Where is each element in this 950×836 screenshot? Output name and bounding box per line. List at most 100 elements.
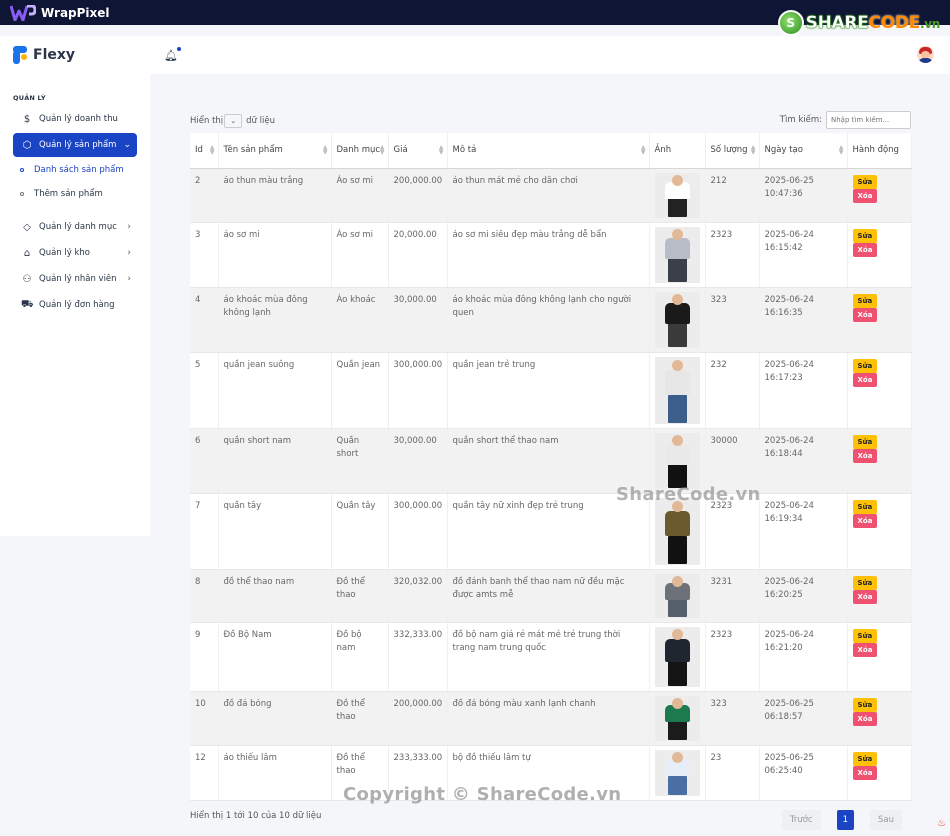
column-header[interactable]: Id ▲ ▼ [190,133,219,169]
delete-button[interactable]: Xóa [852,589,878,604]
avatar[interactable] [917,46,934,63]
delete-button[interactable]: Xóa [852,188,878,203]
cell-name: áo khoác mùa đông không lạnh [218,287,332,353]
sub-item-product-list[interactable]: Danh sách sản phẩm [20,162,124,178]
sidebar-item-staff[interactable]: ⚇ Quản lý nhân viên › [13,267,137,291]
edit-button[interactable]: Sửa [852,358,878,373]
sharecode-logo-vn: .vn [919,17,940,31]
chevron-right-icon: › [127,248,131,258]
column-header-label: Tên sản phẩm [223,145,283,156]
cell-category: Quần tây [331,493,389,570]
product-image [654,356,700,424]
column-header-label: Ngày tạo [764,145,803,156]
edit-button[interactable]: Sửa [852,751,878,766]
cell-image [649,691,706,746]
table-row: 7 quần tây Quần tây 300,000.00 quần tây nữ x… [190,493,912,570]
column-header[interactable]: Giá ▲ ▼ [388,133,448,169]
cell-image [649,622,706,692]
prev-page-button[interactable]: Trước [781,810,821,830]
column-header[interactable]: Danh mục ▲ ▼ [331,133,389,169]
cell-id: 3 [190,222,219,288]
cell-id: 5 [190,352,219,429]
flexy-logo-icon [13,46,27,64]
sidebar-item-products[interactable]: ⬡ Quản lý sản phẩm ⌄ [13,133,137,157]
sidebar-item-label: Quản lý danh mục [39,222,117,232]
product-image [654,695,700,741]
edit-button[interactable]: Sửa [852,697,878,712]
edit-button[interactable]: Sửa [852,228,878,243]
delete-button[interactable]: Xóa [852,307,878,322]
bullet-icon [20,192,24,196]
sidebar-item-warehouse[interactable]: ⌂ Quản lý kho › [13,241,137,265]
delete-button[interactable]: Xóa [852,372,878,387]
brand-name: Flexy [33,47,76,63]
delete-button[interactable]: Xóa [852,642,878,657]
product-image [654,749,700,796]
page-1-button[interactable]: 1 [836,810,854,830]
next-page-button[interactable]: Sau [870,810,902,830]
table-row: 4 áo khoác mùa đông không lạnh Áo khoác 30,… [190,287,912,353]
search-label: Tìm kiếm: [779,115,822,125]
product-image [654,432,700,489]
edit-button[interactable]: Sửa [852,575,878,590]
sidebar-item-revenue[interactable]: $ Quản lý doanh thu [13,107,137,131]
column-header[interactable]: Tên sản phẩm ▲ ▼ [218,133,332,169]
app-brand[interactable]: Flexy [13,46,75,64]
chevron-right-icon: › [127,222,131,232]
cell-desc: áo khoác mùa đông không lạnh cho người q… [447,287,650,353]
cell-actions: SửaXóa [847,352,912,429]
column-header[interactable]: Số lượng ▲ ▼ [705,133,760,169]
sort-icon: ▲ ▼ [209,144,215,156]
tag-icon: ◇ [23,221,31,233]
edit-button[interactable]: Sửa [852,293,878,308]
table-info: Hiển thị 1 tới 10 của 10 dữ liệu [190,811,322,821]
cell-desc: áo thun mát mẻ cho dân chơi [447,168,650,223]
delete-button[interactable]: Xóa [852,242,878,257]
bell-icon[interactable]: 🔔︎ [164,47,181,62]
delete-button[interactable]: Xóa [852,765,878,780]
page-length-control: Hiển thị 10⌄ dữ liệu [190,114,275,128]
edit-button[interactable]: Sửa [852,434,878,449]
page-length-select[interactable]: 10⌄ [224,114,243,128]
sidebar-item-label: Quản lý sản phẩm [39,140,117,150]
column-header[interactable]: Ảnh [649,133,706,169]
cell-actions: SửaXóa [847,168,912,223]
cell-price: 30,000.00 [388,287,448,353]
cell-date: 2025-06-25 10:47:36 [759,168,848,223]
column-header[interactable]: Hành động [847,133,912,169]
edit-button[interactable]: Sửa [852,499,878,514]
delete-button[interactable]: Xóa [852,711,878,726]
cell-image [649,168,706,223]
watermark-bottom: Copyright © ShareCode.vn [343,784,622,805]
column-header-label: Id [195,145,203,156]
sidebar-item-categories[interactable]: ◇ Quản lý danh mục › [13,215,137,239]
cell-price: 300,000.00 [388,493,448,570]
chevron-down-icon: ⌄ [123,140,131,150]
table-row: 10 đồ đá bóng Đồ thể thao 200,000.00 đồ đá b… [190,691,912,746]
table-row: 8 đồ thể thao nam Đồ thể thao 320,032.00 đồ … [190,569,912,623]
sidebar-item-orders[interactable]: ⛟ Quản lý đơn hàng [13,293,137,317]
cell-date: 2025-06-24 16:20:25 [759,569,848,623]
edit-button[interactable]: Sửa [852,174,878,189]
table-row: 9 Đồ Bộ Nam Đồ bộ nam 332,333.00 đồ bộ nam g… [190,622,912,692]
cell-id: 8 [190,569,219,623]
cell-name: quần jean suông [218,352,332,429]
cell-qty: 232 [705,352,760,429]
edit-button[interactable]: Sửa [852,628,878,643]
search-input[interactable] [826,111,911,129]
cell-price: 200,000.00 [388,691,448,746]
delete-button[interactable]: Xóa [852,448,878,463]
product-image [654,497,700,565]
nav-section-title: QUẢN LÝ [13,94,46,102]
cell-id: 6 [190,428,219,494]
cell-name: Đồ Bộ Nam [218,622,332,692]
fire-icon: ♨ [937,818,946,829]
cell-actions: SửaXóa [847,493,912,570]
sub-item-add-product[interactable]: Thêm sản phẩm [20,186,103,202]
column-header[interactable]: Mô tả ▲ ▼ [447,133,650,169]
wrappixel-brand[interactable]: WrapPixel [41,6,110,20]
delete-button[interactable]: Xóa [852,513,878,528]
product-image [654,626,700,687]
cell-price: 300,000.00 [388,352,448,429]
column-header[interactable]: Ngày tạo ▲ ▼ [759,133,848,169]
